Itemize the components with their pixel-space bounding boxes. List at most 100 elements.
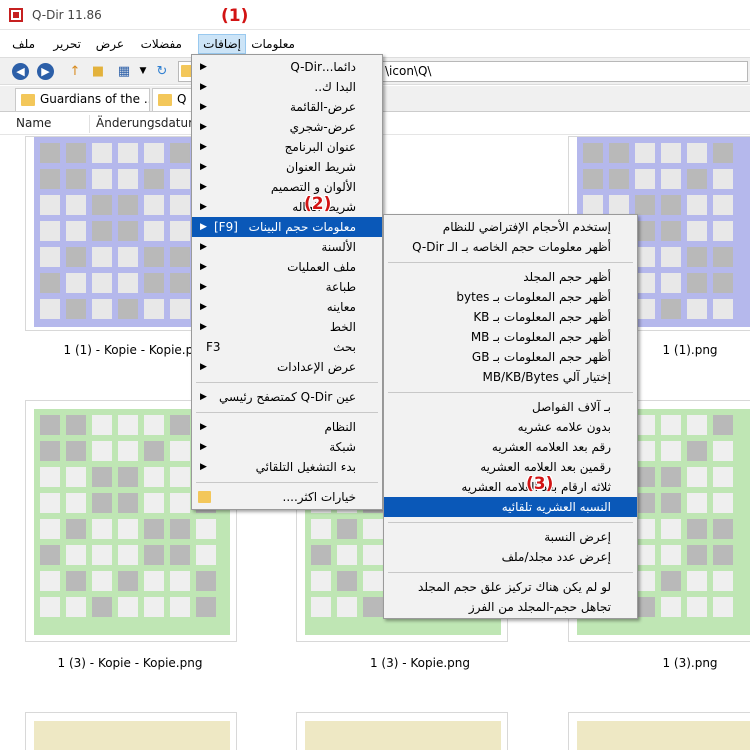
thumbnail-tile bbox=[144, 247, 164, 267]
menu-item-tabs[interactable]: الألسنة ▶ bbox=[192, 237, 382, 257]
thumbnail-tile bbox=[635, 493, 655, 513]
thumbnail-tile bbox=[311, 571, 331, 591]
back-icon[interactable]: ◀ bbox=[12, 63, 29, 80]
app-icon bbox=[9, 8, 23, 22]
chevron-right-icon: ▶ bbox=[200, 442, 207, 452]
submenu-item-one-decimal[interactable]: رقم بعد العلامه العشريه bbox=[384, 437, 637, 457]
menu-item-autostart[interactable]: بدء التشغيل التلقائي ▶ bbox=[192, 457, 382, 477]
menu-item-tree-view[interactable]: عرض-شجري ▶ bbox=[192, 117, 382, 137]
thumbnail-tile bbox=[337, 545, 357, 565]
menu-separator bbox=[388, 392, 633, 393]
thumbnail-tile bbox=[118, 299, 138, 319]
menu-item-file-operations[interactable]: ملف العمليات ▶ bbox=[192, 257, 382, 277]
menu-item-size-info[interactable]: معلومات حجم البينات [F9] ▶ bbox=[192, 217, 382, 237]
menu-file[interactable]: ملف bbox=[8, 36, 39, 54]
thumbnail-tile bbox=[92, 299, 112, 319]
submenu-item-suspend-size[interactable]: لو لم يكن هناك تركيز علق حجم المجلد bbox=[384, 577, 637, 597]
thumbnail-tile bbox=[40, 299, 60, 319]
submenu-item-show-count[interactable]: إعرض عدد مجلد/ملف bbox=[384, 547, 637, 567]
thumbnail-tile bbox=[170, 597, 190, 617]
menu-info[interactable]: معلومات bbox=[247, 36, 299, 54]
tab-label: Q bbox=[177, 92, 187, 106]
menu-item-colors-design[interactable]: الألوان و التصميم ▶ bbox=[192, 177, 382, 197]
chevron-down-icon[interactable]: ▼ bbox=[134, 63, 152, 80]
thumbnail-row3-a[interactable] bbox=[25, 712, 237, 750]
submenu-item-bytes[interactable]: أظهر حجم المعلومات بـ bytes bbox=[384, 287, 637, 307]
submenu-item-kb[interactable]: أظهر حجم المعلومات بـ KB bbox=[384, 307, 637, 327]
thumbnail-tile bbox=[92, 221, 112, 241]
submenu-item-ignore-sort[interactable]: تجاهل حجم-المجلد من الفرز bbox=[384, 597, 637, 617]
column-name[interactable]: Name bbox=[16, 116, 51, 130]
menu-favorites[interactable]: مفضلات bbox=[137, 36, 186, 54]
thumbnail-tile bbox=[363, 519, 383, 539]
up-folder-icon[interactable]: ↑ bbox=[66, 63, 84, 80]
thumbnail-tile bbox=[92, 169, 112, 189]
menu-separator bbox=[196, 482, 378, 483]
submenu-item-system-default[interactable]: إستخدم الأحجام الإفتراضي للنظام bbox=[384, 217, 637, 237]
thumbnail-tile bbox=[66, 571, 86, 591]
forward-icon[interactable]: ▶ bbox=[37, 63, 54, 80]
column-date[interactable]: Änderungsdatum bbox=[96, 116, 200, 130]
menu-item-program-title[interactable]: عنوان البرنامج ▶ bbox=[192, 137, 382, 157]
thumbnail-tile bbox=[713, 299, 733, 319]
thumbnail-tile bbox=[713, 597, 733, 617]
menu-edit[interactable]: تحرير bbox=[49, 36, 85, 54]
view-mode-icon[interactable]: ▦ bbox=[115, 63, 133, 80]
submenu-item-two-decimals[interactable]: رقمين بعد العلامه العشريه bbox=[384, 457, 637, 477]
menu-item-network[interactable]: شبكة ▶ bbox=[192, 437, 382, 457]
folder-icon bbox=[21, 94, 35, 106]
menu-item-font[interactable]: الخط ▶ bbox=[192, 317, 382, 337]
menu-separator bbox=[388, 572, 633, 573]
thumbnail-tile bbox=[144, 493, 164, 513]
menu-item-print[interactable]: طباعة ▶ bbox=[192, 277, 382, 297]
menu-item-status-bar[interactable]: شريط الحاله ▶ bbox=[192, 197, 382, 217]
thumbnail-tile bbox=[583, 195, 603, 215]
menu-item-search[interactable]: بحث F3 bbox=[192, 337, 382, 357]
submenu-item-auto-unit[interactable]: إختيار آلي MB/KB/Bytes bbox=[384, 367, 637, 387]
menu-item-view-settings[interactable]: عرض الإعدادات ▶ bbox=[192, 357, 382, 377]
thumbnail-tile bbox=[92, 493, 112, 513]
menu-item-more-options[interactable]: خيارات اكثر.... bbox=[192, 487, 382, 507]
file-caption[interactable]: 1 (3).png bbox=[585, 656, 750, 670]
menu-item-start-as[interactable]: البدا ك.. ▶ bbox=[192, 77, 382, 97]
menu-item-always[interactable]: دائما...Q-Dir ▶ bbox=[192, 57, 382, 77]
thumbnail-tile bbox=[118, 493, 138, 513]
thumbnail-tile bbox=[118, 247, 138, 267]
submenu-item-mb[interactable]: أظهر حجم المعلومات بـ MB bbox=[384, 327, 637, 347]
menu-view[interactable]: عرض bbox=[92, 36, 128, 54]
menu-item-default-browser[interactable]: عين Q-Dir كمتصفح رئيسي ▶ bbox=[192, 387, 382, 407]
submenu-item-three-decimals[interactable]: ثلاثه ارقام بعد العلامه العشريه bbox=[384, 477, 637, 497]
menu-extras[interactable]: إضافات bbox=[198, 34, 246, 54]
menu-item-system[interactable]: النظام ▶ bbox=[192, 417, 382, 437]
submenu-item-show-percent[interactable]: إعرض النسبة bbox=[384, 527, 637, 547]
title-bar: Q-Dir 11.86 bbox=[0, 0, 750, 30]
submenu-item-qdir-size[interactable]: أظهر معلومات حجم الخاصه بـ الـ Q-Dir bbox=[384, 237, 637, 257]
submenu-item-no-decimal[interactable]: بدون علامه عشريه bbox=[384, 417, 637, 437]
thumbnail-tile bbox=[311, 545, 331, 565]
column-divider[interactable] bbox=[89, 115, 90, 133]
submenu-item-gb[interactable]: أظهر حجم المعلومات بـ GB bbox=[384, 347, 637, 367]
thumbnail-tile bbox=[687, 597, 707, 617]
chevron-right-icon: ▶ bbox=[200, 422, 207, 432]
submenu-item-auto-decimal[interactable]: النسبه العشريه تلقائيه bbox=[384, 497, 637, 517]
thumbnail-tile bbox=[66, 299, 86, 319]
menu-separator bbox=[388, 522, 633, 523]
file-caption[interactable]: 1 (3) - Kopie - Kopie.png bbox=[25, 656, 235, 670]
menu-item-address-bar[interactable]: شريط العنوان ▶ bbox=[192, 157, 382, 177]
thumbnail-row3-c[interactable] bbox=[568, 712, 750, 750]
thumbnail-tile bbox=[144, 143, 164, 163]
menu-item-preview[interactable]: معاينه ▶ bbox=[192, 297, 382, 317]
refresh-icon[interactable]: ↻ bbox=[153, 63, 171, 80]
address-path: \icon\Q\ bbox=[385, 64, 432, 78]
tab-guardians[interactable]: Guardians of the ... bbox=[15, 88, 150, 111]
thumbnail-tile bbox=[635, 597, 655, 617]
submenu-item-thousands-sep[interactable]: بـ آلاف الفواصل bbox=[384, 397, 637, 417]
thumbnail-tile bbox=[170, 519, 190, 539]
thumbnail-row3-b[interactable] bbox=[296, 712, 508, 750]
file-caption[interactable]: 1 (3) - Kopie.png bbox=[315, 656, 525, 670]
thumbnail-tile bbox=[92, 143, 112, 163]
menu-item-list-view[interactable]: عرض-القائمة ▶ bbox=[192, 97, 382, 117]
new-folder-icon[interactable]: ■ bbox=[89, 63, 107, 80]
submenu-item-folder-size[interactable]: أظهر حجم المجلد bbox=[384, 267, 637, 287]
thumbnail-tile bbox=[661, 519, 681, 539]
